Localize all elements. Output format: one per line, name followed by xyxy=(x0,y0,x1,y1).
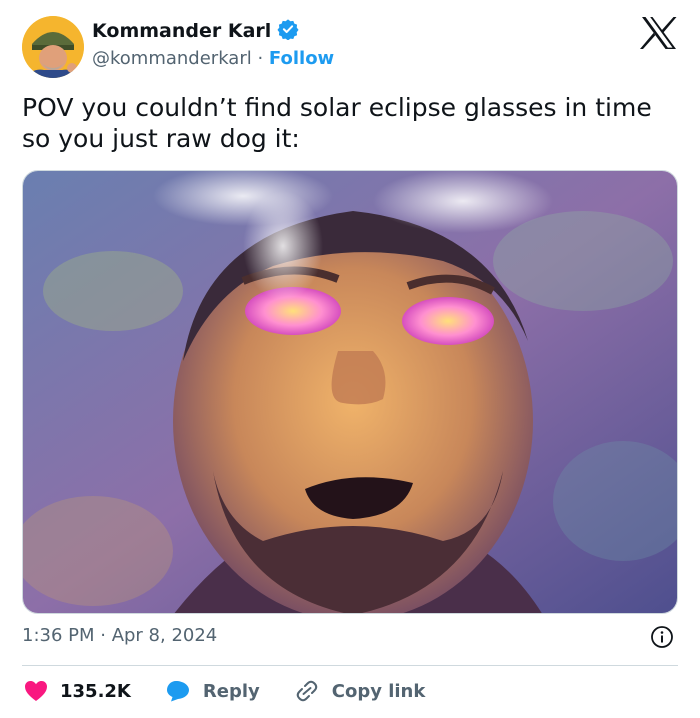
like-count: 135.2K xyxy=(60,680,131,702)
verified-badge-icon xyxy=(277,18,299,44)
copy-link-label: Copy link xyxy=(331,680,426,702)
reply-icon xyxy=(166,681,189,702)
reply-label: Reply xyxy=(202,680,260,702)
tweet-photo[interactable] xyxy=(22,170,678,614)
info-icon[interactable] xyxy=(650,625,674,649)
reply-button[interactable]: Reply xyxy=(165,680,260,702)
copy-link-button[interactable]: Copy link xyxy=(294,679,426,703)
tweet-text: POV you couldn’t find solar eclipse glas… xyxy=(22,93,652,153)
action-bar: 135.2K Reply Copy link xyxy=(24,678,459,704)
author-row: Kommander Karl xyxy=(92,18,299,44)
tweet-timestamp[interactable]: 1:36 PM · Apr 8, 2024 xyxy=(22,625,217,646)
follow-button[interactable]: Follow xyxy=(269,48,334,69)
divider xyxy=(22,665,678,666)
handle-row: @kommanderkarl · Follow xyxy=(92,48,334,69)
x-logo-icon[interactable] xyxy=(640,16,678,50)
separator: · xyxy=(251,48,269,69)
author-handle[interactable]: @kommanderkarl xyxy=(92,48,252,69)
link-icon xyxy=(296,680,317,702)
author-name[interactable]: Kommander Karl xyxy=(92,20,271,42)
like-button[interactable]: 135.2K xyxy=(24,680,131,702)
heart-icon xyxy=(25,681,47,701)
avatar[interactable] xyxy=(22,16,84,78)
